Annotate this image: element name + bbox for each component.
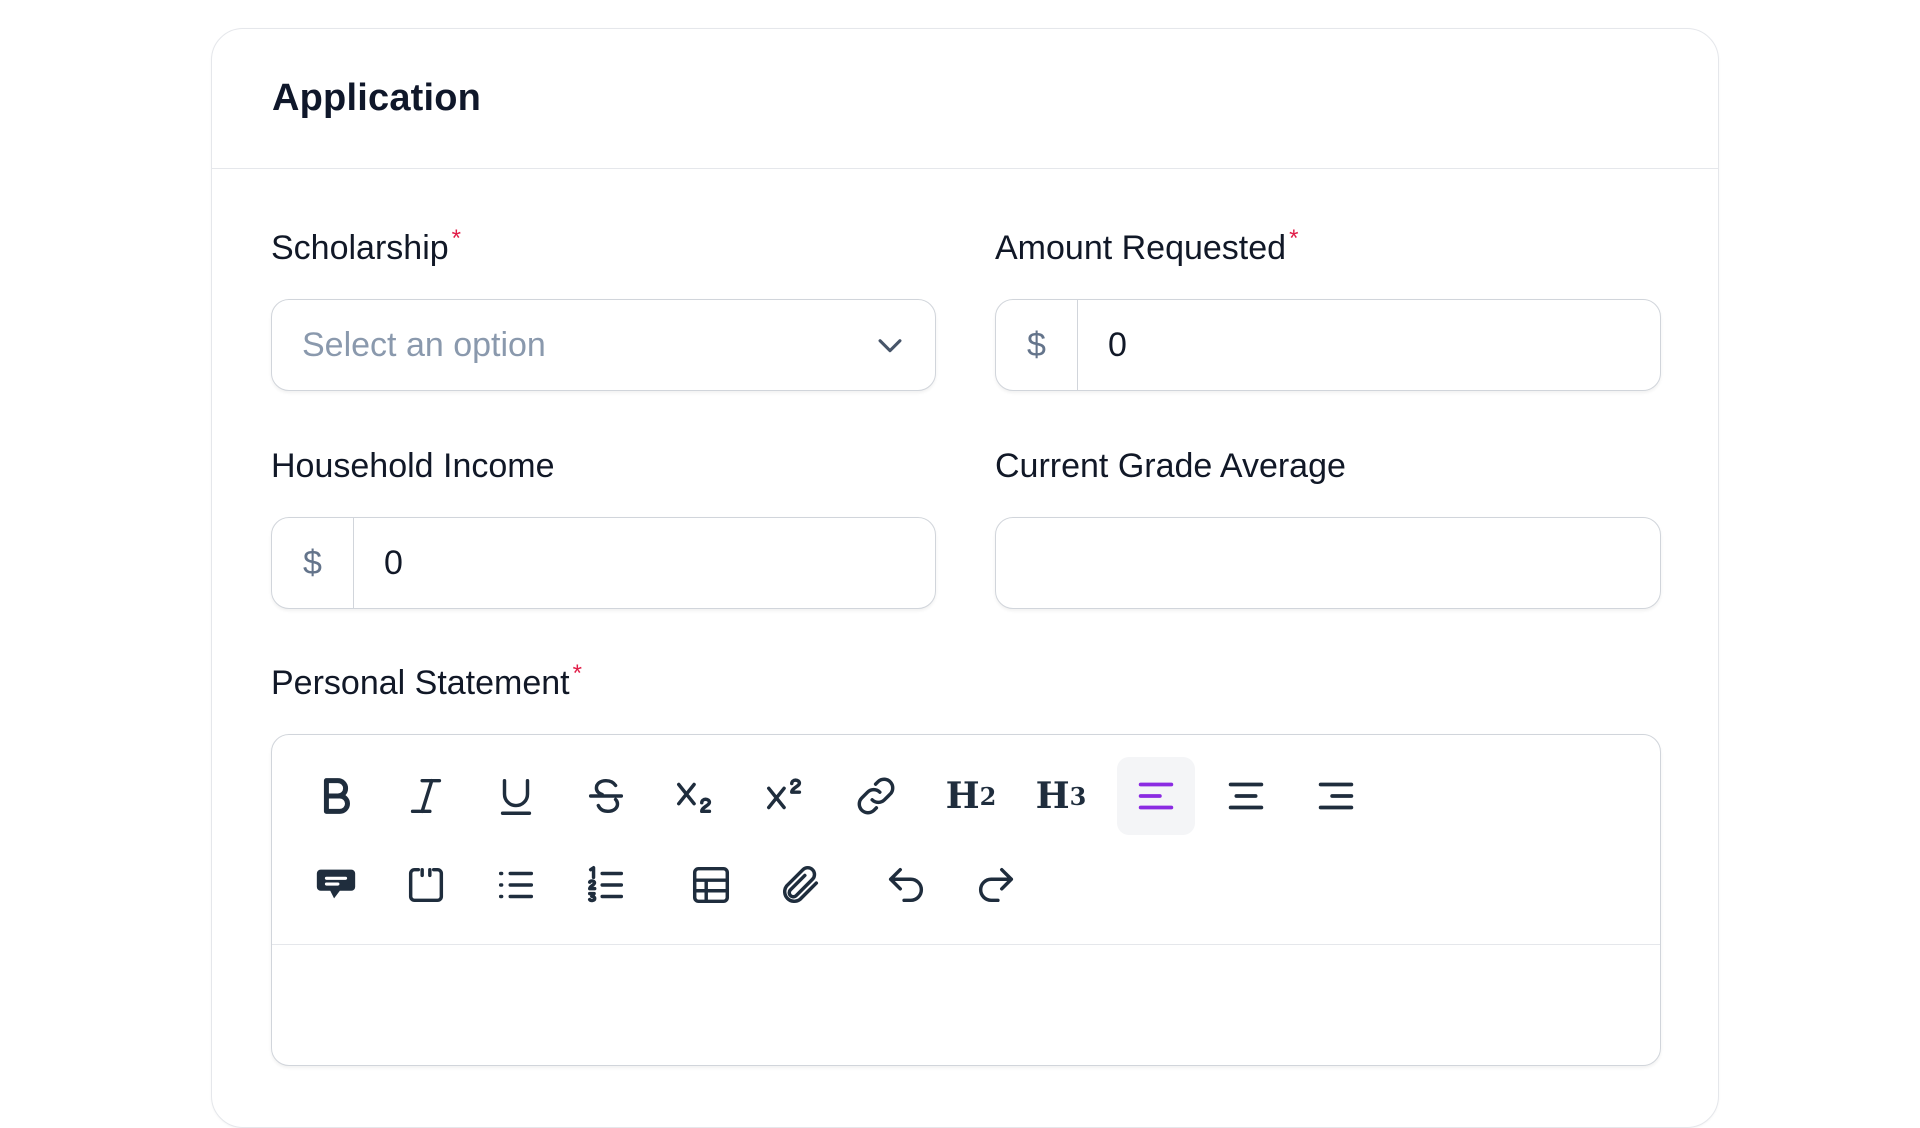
link-button[interactable] <box>837 757 915 835</box>
scholarship-select[interactable]: Select an option <box>271 299 936 391</box>
scholarship-label: Scholarship * <box>271 225 461 267</box>
ordered-list-icon <box>587 866 624 903</box>
link-icon <box>857 777 895 815</box>
bold-icon <box>323 778 350 814</box>
personal-statement-label: Personal Statement * <box>271 660 582 702</box>
ordered-list-button[interactable] <box>567 846 645 924</box>
bullet-list-icon <box>498 871 534 899</box>
chevron-down-icon <box>878 339 902 353</box>
align-left-button[interactable] <box>1117 757 1195 835</box>
heading-3-button[interactable]: H3 <box>1022 757 1100 835</box>
application-card: Application Scholarship * Select an optio… <box>211 28 1719 1128</box>
redo-button[interactable] <box>957 846 1035 924</box>
superscript-icon <box>767 778 802 810</box>
household-income-field[interactable]: $ 0 <box>271 517 936 609</box>
blockquote-button[interactable] <box>297 846 375 924</box>
code-block-icon <box>408 867 444 903</box>
undo-button[interactable] <box>867 846 945 924</box>
strikethrough-icon <box>588 778 624 814</box>
bold-button[interactable] <box>297 757 375 835</box>
amount-requested-value[interactable]: 0 <box>1078 326 1127 365</box>
currency-prefix: $ <box>996 300 1078 390</box>
card-header: Application <box>212 29 1718 169</box>
scholarship-placeholder: Select an option <box>302 325 546 364</box>
required-asterisk: * <box>572 660 582 687</box>
underline-icon <box>500 778 532 815</box>
current-grade-average-field[interactable] <box>995 517 1661 609</box>
speech-bubble-icon <box>316 869 356 899</box>
heading-2-button[interactable]: H2 <box>932 757 1010 835</box>
code-block-button[interactable] <box>387 846 465 924</box>
amount-requested-field[interactable]: $ 0 <box>995 299 1661 391</box>
rich-text-editor: H2 H3 <box>271 734 1661 1066</box>
current-grade-average-label: Current Grade Average <box>995 447 1346 485</box>
underline-button[interactable] <box>477 757 555 835</box>
strikethrough-button[interactable] <box>567 757 645 835</box>
required-asterisk: * <box>451 225 461 252</box>
align-right-button[interactable] <box>1297 757 1375 835</box>
align-left-icon <box>1138 782 1174 810</box>
italic-icon <box>410 778 442 814</box>
subscript-icon <box>677 782 712 814</box>
bullet-list-button[interactable] <box>477 846 555 924</box>
paperclip-icon <box>783 866 819 903</box>
attach-file-button[interactable] <box>762 846 840 924</box>
align-center-icon <box>1228 782 1264 810</box>
redo-icon <box>979 867 1014 903</box>
italic-button[interactable] <box>387 757 465 835</box>
table-button[interactable] <box>672 846 750 924</box>
household-income-label: Household Income <box>271 447 555 485</box>
table-icon <box>692 866 730 904</box>
card-title: Application <box>272 77 482 119</box>
editor-toolbar: H2 H3 <box>272 735 1660 945</box>
subscript-button[interactable] <box>657 757 735 835</box>
amount-requested-label: Amount Requested * <box>995 225 1299 267</box>
align-right-icon <box>1318 782 1354 810</box>
household-income-value[interactable]: 0 <box>354 544 403 583</box>
currency-prefix: $ <box>272 518 354 608</box>
personal-statement-textarea[interactable] <box>272 945 1660 1065</box>
align-center-button[interactable] <box>1207 757 1285 835</box>
superscript-button[interactable] <box>747 757 825 835</box>
required-asterisk: * <box>1289 225 1299 252</box>
undo-icon <box>888 867 923 903</box>
